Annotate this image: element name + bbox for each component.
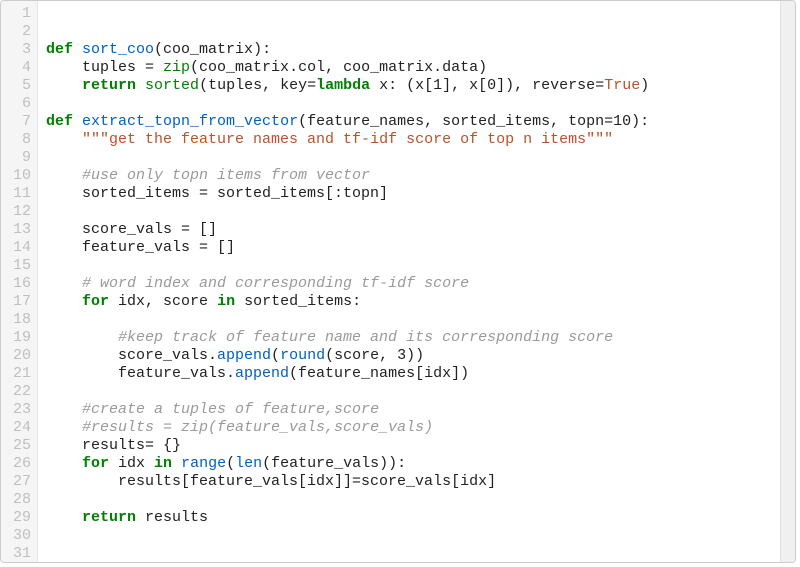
code-line: feature_vals = [] xyxy=(46,239,772,257)
code-line xyxy=(46,383,772,401)
code-line: tuples = zip(coo_matrix.col, coo_matrix.… xyxy=(46,59,772,77)
line-number: 21 xyxy=(5,365,31,383)
code-line xyxy=(46,149,772,167)
line-number: 8 xyxy=(5,131,31,149)
code-line: results= {} xyxy=(46,437,772,455)
code-line: #keep track of feature name and its corr… xyxy=(46,329,772,347)
line-number-gutter: 1234567891011121314151617181920212223242… xyxy=(1,1,38,562)
line-number: 2 xyxy=(5,23,31,41)
line-number: 16 xyxy=(5,275,31,293)
code-line xyxy=(46,491,772,509)
line-number: 24 xyxy=(5,419,31,437)
code-line xyxy=(46,527,772,545)
line-number: 30 xyxy=(5,527,31,545)
line-number: 22 xyxy=(5,383,31,401)
code-line xyxy=(46,311,772,329)
scrollbar[interactable] xyxy=(780,1,795,562)
code-line: return sorted(tuples, key=lambda x: (x[1… xyxy=(46,77,772,95)
code-line xyxy=(46,545,772,562)
line-number: 4 xyxy=(5,59,31,77)
code-line: def sort_coo(coo_matrix): xyxy=(46,41,772,59)
code-line: feature_vals.append(feature_names[idx]) xyxy=(46,365,772,383)
code-line xyxy=(46,203,772,221)
line-number: 18 xyxy=(5,311,31,329)
code-line: return results xyxy=(46,509,772,527)
line-number: 26 xyxy=(5,455,31,473)
line-number: 28 xyxy=(5,491,31,509)
line-number: 11 xyxy=(5,185,31,203)
code-line: results[feature_vals[idx]]=score_vals[id… xyxy=(46,473,772,491)
code-line xyxy=(46,5,772,23)
code-line: for idx, score in sorted_items: xyxy=(46,293,772,311)
line-number: 5 xyxy=(5,77,31,95)
line-number: 7 xyxy=(5,113,31,131)
line-number: 25 xyxy=(5,437,31,455)
line-number: 17 xyxy=(5,293,31,311)
line-number: 10 xyxy=(5,167,31,185)
code-line xyxy=(46,257,772,275)
code-line: for idx in range(len(feature_vals)): xyxy=(46,455,772,473)
code-line: #results = zip(feature_vals,score_vals) xyxy=(46,419,772,437)
line-number: 20 xyxy=(5,347,31,365)
line-number: 13 xyxy=(5,221,31,239)
code-line: score_vals = [] xyxy=(46,221,772,239)
line-number: 14 xyxy=(5,239,31,257)
code-line xyxy=(46,23,772,41)
code-line: sorted_items = sorted_items[:topn] xyxy=(46,185,772,203)
code-line: #use only topn items from vector xyxy=(46,167,772,185)
line-number: 1 xyxy=(5,5,31,23)
code-line: #create a tuples of feature,score xyxy=(46,401,772,419)
code-editor: 1234567891011121314151617181920212223242… xyxy=(0,0,796,563)
line-number: 31 xyxy=(5,545,31,563)
code-line: score_vals.append(round(score, 3)) xyxy=(46,347,772,365)
line-number: 19 xyxy=(5,329,31,347)
line-number: 15 xyxy=(5,257,31,275)
line-number: 23 xyxy=(5,401,31,419)
code-line xyxy=(46,95,772,113)
code-area[interactable]: def sort_coo(coo_matrix): tuples = zip(c… xyxy=(38,1,780,562)
line-number: 3 xyxy=(5,41,31,59)
line-number: 12 xyxy=(5,203,31,221)
line-number: 27 xyxy=(5,473,31,491)
code-line: # word index and corresponding tf-idf sc… xyxy=(46,275,772,293)
code-line: """get the feature names and tf-idf scor… xyxy=(46,131,772,149)
line-number: 9 xyxy=(5,149,31,167)
line-number: 6 xyxy=(5,95,31,113)
code-line: def extract_topn_from_vector(feature_nam… xyxy=(46,113,772,131)
line-number: 29 xyxy=(5,509,31,527)
